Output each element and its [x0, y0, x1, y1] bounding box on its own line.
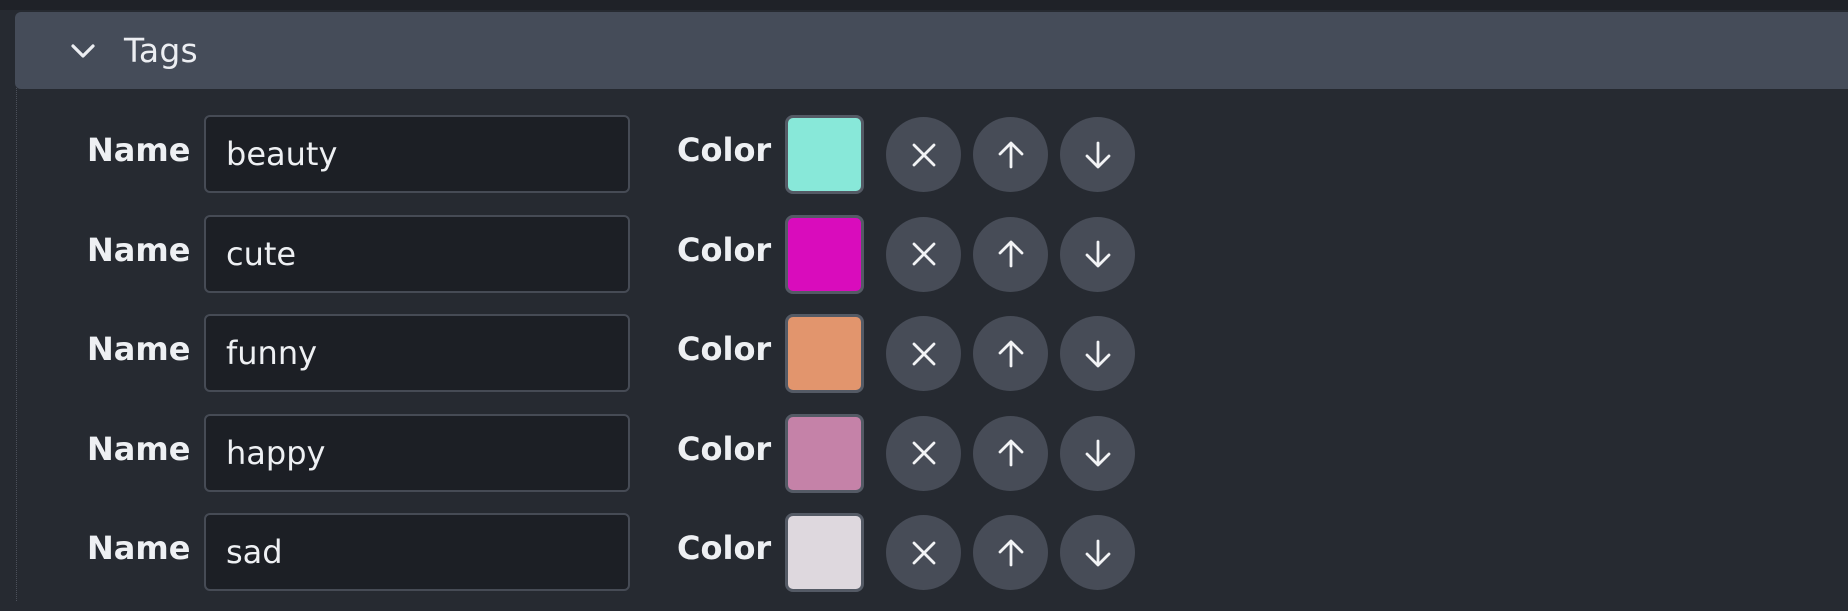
- name-label: Name: [87, 429, 191, 468]
- close-icon: [912, 342, 935, 365]
- move-up-button[interactable]: [973, 316, 1048, 391]
- tags-panel: Tags Name Color Name Color: [0, 0, 1848, 601]
- remove-tag-button[interactable]: [886, 316, 961, 391]
- name-label: Name: [87, 529, 191, 567]
- color-label: Color: [677, 131, 772, 169]
- close-icon: [912, 242, 935, 266]
- section-header[interactable]: Tags: [15, 12, 1848, 89]
- color-swatch[interactable]: [785, 413, 864, 493]
- name-label: Name: [87, 230, 191, 269]
- color-swatch[interactable]: [785, 214, 864, 294]
- move-up-button[interactable]: [973, 216, 1048, 292]
- move-up-button[interactable]: [973, 117, 1048, 192]
- arrow-down-icon: [1085, 539, 1110, 566]
- close-icon: [912, 541, 935, 564]
- section-title: Tags: [124, 31, 198, 70]
- move-down-button[interactable]: [1060, 316, 1135, 391]
- move-up-button[interactable]: [973, 515, 1048, 590]
- move-up-button[interactable]: [973, 415, 1048, 491]
- tag-name-input[interactable]: [204, 115, 630, 193]
- arrow-up-icon: [998, 240, 1023, 268]
- close-icon: [912, 143, 935, 166]
- move-down-button[interactable]: [1060, 415, 1135, 491]
- arrow-up-icon: [998, 539, 1023, 566]
- color-label: Color: [677, 529, 772, 567]
- color-swatch[interactable]: [785, 314, 864, 393]
- arrow-down-icon: [1085, 340, 1110, 367]
- tag-name-input[interactable]: [204, 413, 630, 492]
- arrow-down-icon: [1085, 141, 1110, 168]
- color-label: Color: [677, 429, 772, 468]
- tag-list: Name Color Name Color: [0, 113, 1848, 611]
- move-down-button[interactable]: [1060, 216, 1135, 292]
- arrow-up-icon: [998, 439, 1023, 467]
- color-swatch[interactable]: [785, 513, 864, 592]
- remove-tag-button[interactable]: [886, 216, 961, 292]
- arrow-up-icon: [998, 340, 1023, 367]
- chevron-down-icon[interactable]: [63, 31, 103, 71]
- close-icon: [912, 441, 935, 465]
- tag-name-input[interactable]: [204, 314, 630, 392]
- arrow-up-icon: [998, 141, 1023, 168]
- remove-tag-button[interactable]: [886, 515, 961, 590]
- arrow-down-icon: [1085, 439, 1110, 467]
- name-label: Name: [87, 330, 191, 368]
- tag-row: Name Color: [0, 312, 1848, 412]
- tag-row: Name Color: [0, 412, 1848, 512]
- tag-row: Name Color: [0, 113, 1848, 213]
- name-label: Name: [87, 131, 191, 169]
- tag-row: Name Color: [0, 213, 1848, 313]
- arrow-down-icon: [1085, 240, 1110, 268]
- remove-tag-button[interactable]: [886, 117, 961, 192]
- tag-row: Name Color: [0, 511, 1848, 611]
- tag-name-input[interactable]: [204, 513, 630, 591]
- tag-name-input[interactable]: [204, 214, 630, 293]
- move-down-button[interactable]: [1060, 117, 1135, 192]
- color-label: Color: [677, 230, 772, 269]
- color-swatch[interactable]: [785, 115, 864, 194]
- color-label: Color: [677, 330, 772, 368]
- move-down-button[interactable]: [1060, 515, 1135, 590]
- remove-tag-button[interactable]: [886, 415, 961, 491]
